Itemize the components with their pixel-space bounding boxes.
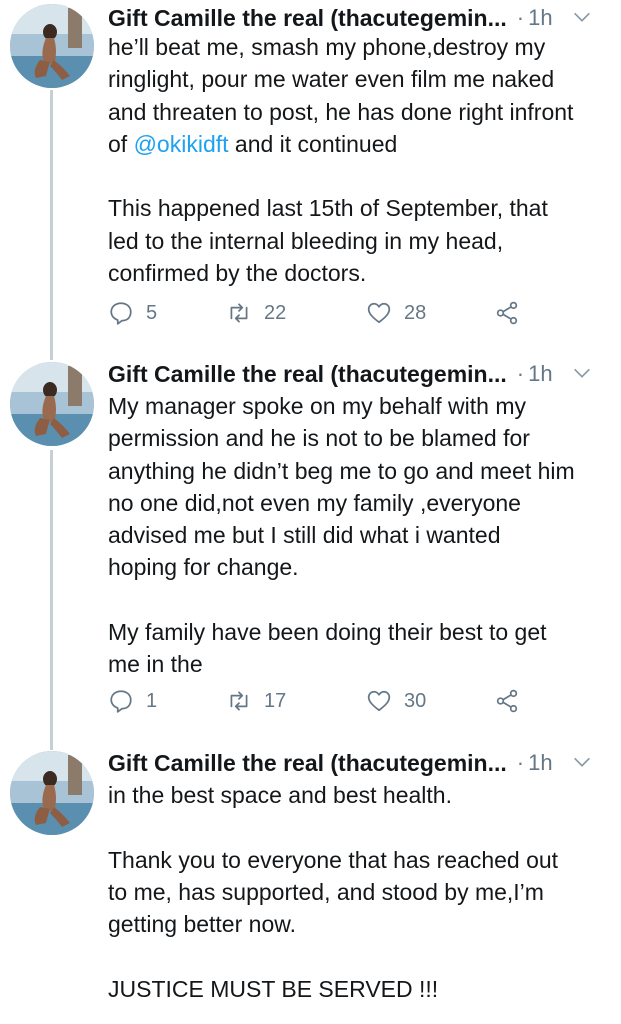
author-name[interactable]: Gift Camille the real (thacutegemin...: [108, 5, 507, 32]
text-line: anything he didn’t beg me to go and meet…: [108, 457, 575, 484]
reply-icon: [110, 302, 132, 325]
text-line: My manager spoke on my behalf with my: [108, 393, 527, 419]
heart-icon: [367, 302, 391, 324]
reply-count: 5: [146, 301, 158, 324]
author-name[interactable]: Gift Camille the real (thacutegemin...: [108, 361, 507, 388]
tweet-text: in the best space and best health. Thank…: [108, 779, 613, 1005]
text-line: in the best space and best health.: [108, 782, 452, 808]
avatar[interactable]: [10, 751, 94, 835]
reply-button[interactable]: 5: [108, 296, 157, 330]
like-count: 30: [404, 689, 427, 712]
separator-dot: ·: [516, 5, 525, 30]
chevron-down-icon[interactable]: [571, 362, 593, 384]
text-line: to me, has supported, and stood by me,I’…: [108, 878, 544, 905]
text-line: JUSTICE MUST BE SERVED !!!: [108, 975, 439, 1002]
retweet-button[interactable]: 17: [226, 684, 286, 718]
reply-icon: [110, 690, 132, 713]
text-line: he’ll beat me, smash my phone,destroy my: [108, 34, 546, 60]
profile-photo: [10, 4, 94, 88]
text-line: confirmed by the doctors.: [108, 260, 367, 287]
like-button[interactable]: 28: [366, 296, 426, 330]
tweet[interactable]: Gift Camille the real (thacutegemin... ·…: [0, 358, 621, 736]
tweet-actions: 1 17 30: [108, 684, 528, 718]
text-line: and threaten to post, he has done right …: [108, 98, 574, 125]
chevron-down-icon[interactable]: [571, 751, 593, 773]
text-line: My family have been doing their best to …: [108, 619, 547, 646]
text-line: no one did,not even my family ,everyone: [108, 489, 521, 516]
avatar[interactable]: [10, 4, 94, 88]
tweet-header: Gift Camille the real (thacutegemin... ·…: [108, 747, 611, 779]
text-line: This happened last 15th of September, th…: [108, 195, 548, 222]
chevron-down-icon[interactable]: [571, 6, 593, 28]
share-button[interactable]: [494, 684, 520, 718]
text-line: led to the internal bleeding in my head,: [108, 227, 504, 254]
text-line: Thank you to everyone that has reached o…: [108, 846, 559, 873]
text-line: getting better now.: [108, 911, 296, 938]
profile-photo: [10, 751, 94, 835]
like-button[interactable]: 30: [366, 684, 426, 718]
retweet-button[interactable]: 22: [226, 296, 286, 330]
tweet[interactable]: Gift Camille the real (thacutegemin... ·…: [0, 747, 621, 1024]
tweet-text: My manager spoke on my behalf with my pe…: [108, 390, 613, 681]
profile-photo: [10, 362, 94, 446]
separator-dot: ·: [516, 750, 525, 775]
text-line: of @okikidft and it continued: [108, 128, 613, 160]
retweet-count: 17: [264, 689, 287, 712]
retweet-count: 22: [264, 301, 287, 324]
separator-dot: ·: [516, 361, 525, 386]
timestamp[interactable]: 1h: [528, 5, 552, 31]
reply-button[interactable]: 1: [108, 684, 157, 718]
timestamp[interactable]: 1h: [528, 361, 552, 387]
tweet-header: Gift Camille the real (thacutegemin... ·…: [108, 358, 611, 390]
tweet[interactable]: Gift Camille the real (thacutegemin... ·…: [0, 0, 621, 345]
share-button[interactable]: [494, 296, 520, 330]
text-line: advised me but I still did what i wanted: [108, 522, 501, 549]
reply-count: 1: [146, 689, 158, 712]
mention-link[interactable]: @okikidft: [134, 131, 229, 157]
text-fragment: and it continued: [228, 130, 398, 157]
like-count: 28: [404, 301, 427, 324]
share-icon: [496, 689, 518, 713]
tweet-text: he’ll beat me, smash my phone,destroy my…: [108, 31, 613, 289]
share-icon: [496, 301, 518, 325]
timestamp[interactable]: 1h: [528, 750, 552, 776]
tweet-header: Gift Camille the real (thacutegemin... ·…: [108, 2, 611, 34]
text-line: me in the: [108, 651, 203, 678]
heart-icon: [367, 690, 391, 712]
text-fragment: of: [108, 130, 134, 157]
author-name[interactable]: Gift Camille the real (thacutegemin...: [108, 750, 507, 777]
retweet-icon: [230, 691, 248, 711]
text-line: hoping for change.: [108, 554, 299, 581]
tweet-actions: 5 22 28: [108, 296, 528, 330]
avatar[interactable]: [10, 362, 94, 446]
text-line: ringlight, pour me water even film me na…: [108, 66, 555, 93]
text-line: permission and he is not to be blamed fo…: [108, 425, 530, 452]
retweet-icon: [230, 303, 248, 323]
